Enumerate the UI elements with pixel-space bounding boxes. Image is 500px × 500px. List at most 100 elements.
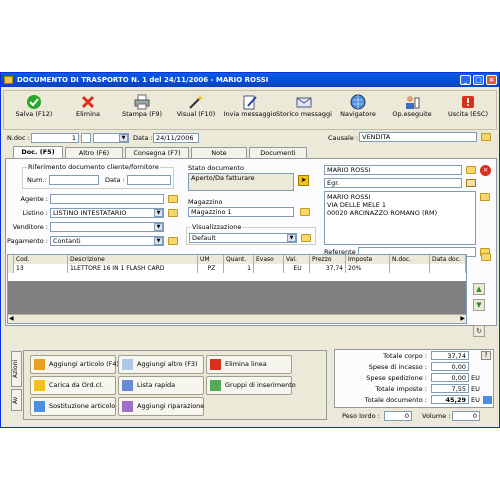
- ndoc-field[interactable]: 1: [31, 133, 79, 143]
- folder-icon[interactable]: [168, 209, 178, 217]
- table-row[interactable]: 13 1LETTORE 16 IN 1 FLASH CARD PZ 1 EU 3…: [8, 264, 466, 273]
- envelope-icon[interactable]: [466, 179, 476, 187]
- lines-table[interactable]: Cod. Descrizione UM Quant. Evaso Val. Pr…: [7, 254, 467, 324]
- date-field[interactable]: 24/11/2006: [153, 133, 199, 143]
- exit-button[interactable]: Uscita (ESC): [440, 92, 496, 129]
- table-cell[interactable]: [430, 264, 466, 273]
- cliente-field[interactable]: MARIO ROSSI: [324, 165, 462, 175]
- table-cell[interactable]: 1LETTORE 16 IN 1 FLASH CARD: [68, 264, 198, 273]
- folder-icon[interactable]: [300, 208, 310, 216]
- col-header[interactable]: Imposte: [346, 255, 390, 264]
- calculator-icon[interactable]: [483, 396, 492, 404]
- load-order-button[interactable]: Carica da Ord.cl.: [30, 376, 116, 395]
- save-button[interactable]: Salva (F12): [6, 92, 62, 129]
- arrow-icon[interactable]: ➤: [298, 175, 309, 186]
- magazzino-field[interactable]: Magazzino 1: [188, 207, 294, 217]
- pen-document-icon: [243, 95, 257, 110]
- currency-label: EU: [471, 396, 480, 404]
- folder-icon[interactable]: [480, 193, 490, 201]
- close-button[interactable]: ×: [486, 75, 497, 85]
- visualizzazione-select[interactable]: Default ▼: [189, 233, 297, 243]
- add-repair-button[interactable]: Aggiungi riparazione: [118, 397, 204, 416]
- maximize-button[interactable]: □: [473, 75, 484, 85]
- table-cell[interactable]: EU: [284, 264, 310, 273]
- scroll-right-icon[interactable]: ▶: [460, 315, 465, 322]
- move-down-button[interactable]: ▼: [473, 299, 485, 311]
- visual-button[interactable]: Visual (F10): [168, 92, 224, 129]
- col-header[interactable]: Val.: [284, 255, 310, 264]
- volume-field[interactable]: 0: [452, 411, 480, 421]
- col-header[interactable]: Evaso: [254, 255, 284, 264]
- horizontal-scrollbar[interactable]: ◀ ▶: [8, 314, 466, 323]
- agente-field[interactable]: [50, 194, 164, 204]
- delete-button[interactable]: Elimina: [60, 92, 116, 129]
- send-message-button[interactable]: Invia messaggio: [222, 92, 278, 129]
- table-cell[interactable]: 1: [224, 264, 254, 273]
- tab-documenti[interactable]: Documenti: [249, 147, 307, 158]
- replace-article-label: Sostituzione articolo: [49, 402, 116, 410]
- folder-icon[interactable]: [168, 237, 178, 245]
- tab-altro[interactable]: Altro (F6): [65, 147, 123, 158]
- add-other-button[interactable]: Aggiungi altro (F3): [118, 355, 204, 374]
- table-cell[interactable]: 20%: [346, 264, 390, 273]
- folder-icon[interactable]: [301, 234, 311, 242]
- tab-av[interactable]: Av: [11, 389, 22, 411]
- table-cell[interactable]: [254, 264, 284, 273]
- save-label: Salva (F12): [15, 110, 53, 118]
- peso-field[interactable]: 0: [384, 411, 412, 421]
- insert-groups-button[interactable]: Gruppi di inserimento: [206, 376, 296, 395]
- replace-article-button[interactable]: Sostituzione articolo: [30, 397, 116, 416]
- spese-incasso-label: Spese di incasso :: [368, 363, 427, 371]
- pagamento-select[interactable]: Contanti ▼: [50, 236, 164, 246]
- table-cell[interactable]: PZ: [198, 264, 224, 273]
- table-cell[interactable]: 13: [14, 264, 68, 273]
- tab-consegna[interactable]: Consegna (F7): [125, 147, 189, 158]
- totale-corpo-label: Totale corpo :: [383, 352, 427, 360]
- tab-note[interactable]: Note: [191, 147, 247, 158]
- table-cell[interactable]: [390, 264, 430, 273]
- spese-spedizione-value[interactable]: 0,00: [431, 373, 469, 382]
- chevron-down-icon: ▼: [154, 223, 163, 231]
- folder-icon[interactable]: [481, 133, 491, 141]
- causale-field[interactable]: VENDITA: [359, 132, 477, 142]
- col-header[interactable]: Descrizione: [68, 255, 198, 264]
- help-button[interactable]: ?: [481, 351, 491, 360]
- venditore-select[interactable]: ▼: [50, 222, 164, 232]
- repair-icon: [122, 401, 133, 412]
- col-header[interactable]: UM: [198, 255, 224, 264]
- col-header[interactable]: Prezzo: [310, 255, 346, 264]
- add-article-label: Aggiungi articolo (F4): [49, 360, 120, 368]
- listino-select[interactable]: LISTINO INTESTATARIO ▼: [50, 208, 164, 218]
- visual-label: Visual (F10): [176, 110, 216, 118]
- print-button[interactable]: Stampa (F9): [114, 92, 170, 129]
- minimize-button[interactable]: _: [460, 75, 471, 85]
- refresh-button[interactable]: ↻: [473, 325, 485, 337]
- rif-date-field[interactable]: [127, 175, 171, 185]
- move-up-button[interactable]: ▲: [473, 283, 485, 295]
- ndoc-suffix-field[interactable]: [81, 133, 91, 143]
- operations-button[interactable]: Op.eseguite: [384, 92, 440, 129]
- delete-line-button[interactable]: Elimina linea: [206, 355, 292, 374]
- address-box[interactable]: MARIO ROSSI VIA DELLE MELE 1 00020 ARCIN…: [324, 191, 476, 245]
- folder-icon[interactable]: [168, 195, 178, 203]
- egr-field[interactable]: Egr.: [324, 178, 462, 188]
- add-article-button[interactable]: Aggiungi articolo (F4): [30, 355, 120, 374]
- scroll-left-icon[interactable]: ◀: [9, 315, 14, 322]
- col-header[interactable]: N.doc.: [390, 255, 430, 264]
- quick-list-button[interactable]: Lista rapida: [118, 376, 204, 395]
- clear-icon[interactable]: ×: [480, 165, 491, 176]
- num-field[interactable]: [49, 175, 99, 185]
- table-cell[interactable]: 37,74: [310, 264, 346, 273]
- table-row-empty[interactable]: [8, 273, 466, 281]
- ndoc-series-select[interactable]: ▼: [93, 133, 129, 143]
- spese-incasso-value[interactable]: 0,00: [431, 362, 469, 371]
- navigator-button[interactable]: Navigatore: [330, 92, 386, 129]
- delete-line-label: Elimina linea: [225, 360, 267, 368]
- folder-icon[interactable]: [481, 253, 491, 261]
- col-header[interactable]: Quant.: [224, 255, 254, 264]
- tab-azioni[interactable]: Azioni: [11, 351, 22, 387]
- col-header[interactable]: Cod.: [14, 255, 68, 264]
- message-history-button[interactable]: Storico messaggi: [276, 92, 332, 129]
- col-header[interactable]: Data doc.: [430, 255, 466, 264]
- folder-icon[interactable]: [466, 166, 476, 174]
